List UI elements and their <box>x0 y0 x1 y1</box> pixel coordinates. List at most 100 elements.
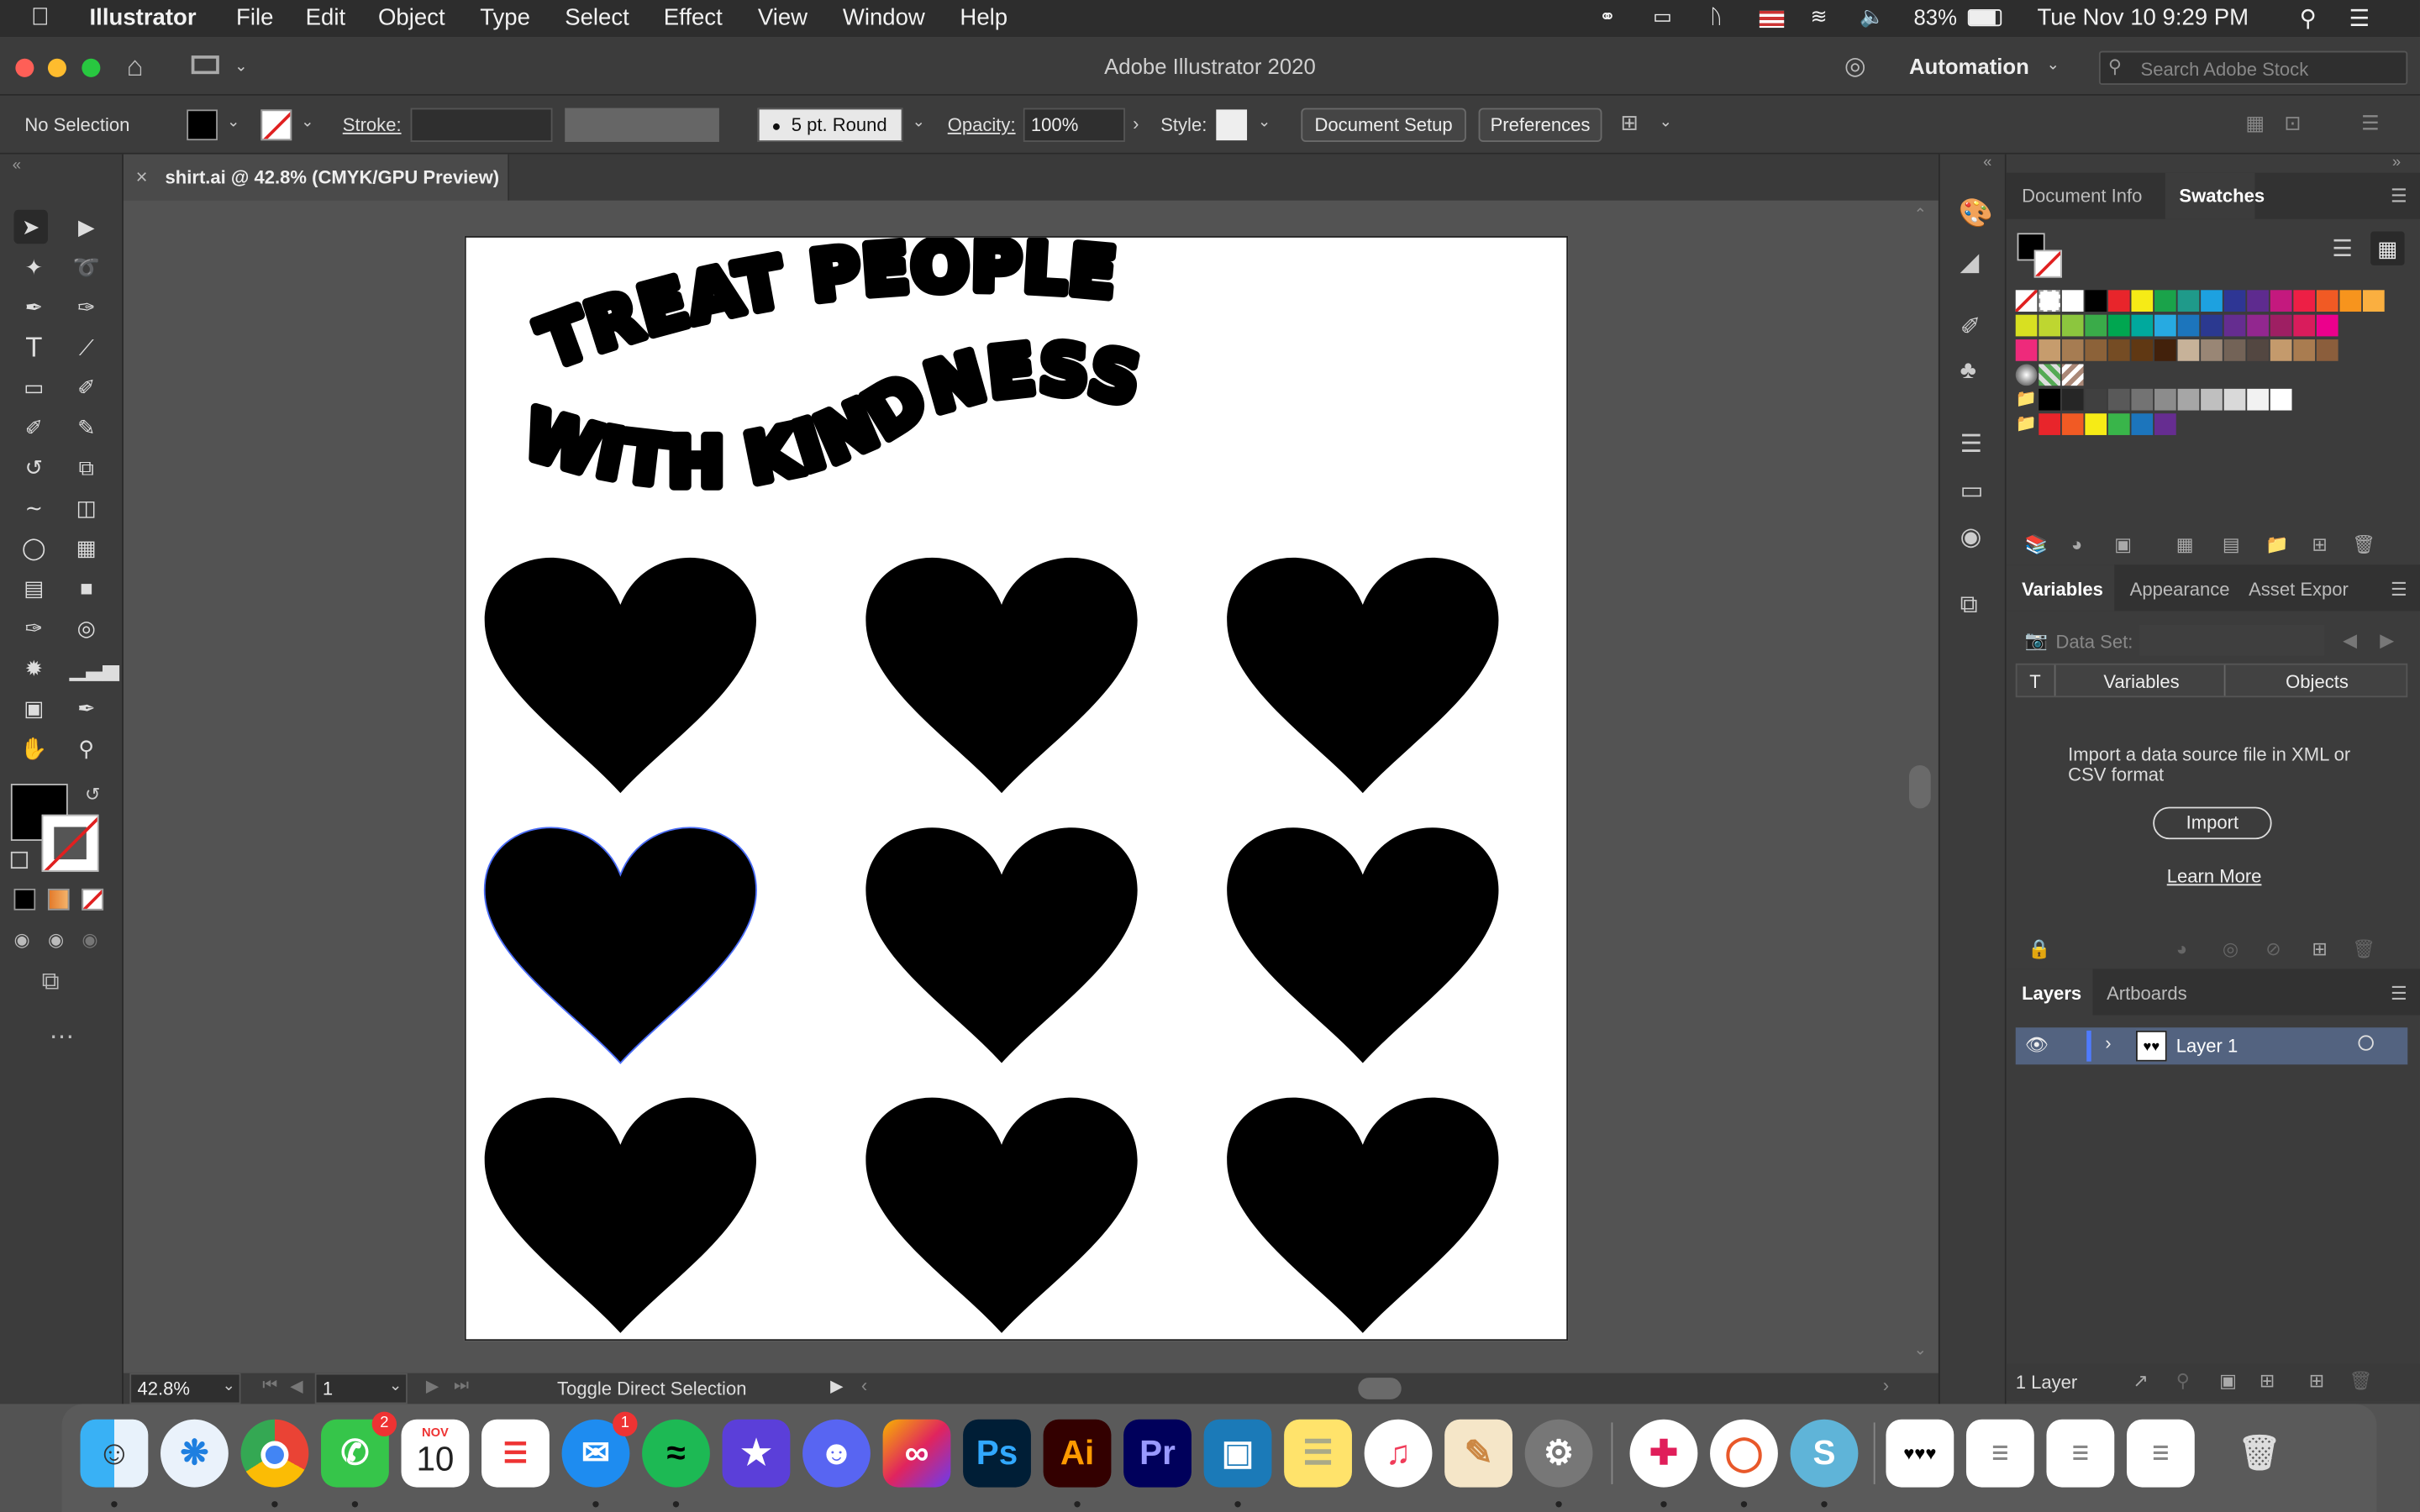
imovie-icon[interactable]: ★ <box>722 1419 791 1488</box>
expand-icon[interactable]: » <box>2392 155 2401 171</box>
collapse-icon[interactable]: « <box>13 157 21 174</box>
tab-variables[interactable]: Variables <box>2022 579 2103 601</box>
menu-view[interactable]: View <box>758 5 808 31</box>
collect-for-export-icon[interactable]: ↗ <box>2133 1370 2148 1392</box>
downloads-stack-icon[interactable]: ☰ <box>2126 1419 2195 1488</box>
gradient-tool-icon[interactable]: ■ <box>70 571 103 605</box>
draw-behind-icon[interactable]: ◉ <box>48 929 64 951</box>
tab-artboards[interactable]: Artboards <box>2107 983 2187 1005</box>
draw-normal-icon[interactable]: ◉ <box>14 929 30 951</box>
capture-dataset-icon[interactable]: 📷 <box>2025 629 2048 651</box>
align-icon[interactable]: ▦ <box>2245 111 2265 135</box>
color-swatch[interactable] <box>2247 339 2269 361</box>
airplay-icon[interactable]: ▭ <box>1653 5 1672 29</box>
apple-icon[interactable]:  <box>31 5 50 33</box>
column-graph-icon[interactable]: ▁▃▅ <box>70 651 119 685</box>
new-sublayer-icon[interactable]: ⊞ <box>2260 1370 2275 1392</box>
chevron-down-icon[interactable]: ⌄ <box>1258 114 1270 131</box>
blend-tool-icon[interactable]: ◎ <box>70 611 103 644</box>
color-swatch[interactable] <box>2270 290 2292 312</box>
status-text[interactable]: Toggle Direct Selection <box>557 1378 746 1399</box>
artboard[interactable]: TREAT PEOPLE WITH KINDNESS <box>464 223 1569 1341</box>
symbol-sprayer-icon[interactable]: ✹ <box>17 651 50 685</box>
brushes-icon[interactable]: ✐ <box>1960 312 1981 343</box>
perspective-grid-icon[interactable]: ▦ <box>70 531 103 564</box>
new-variable-icon[interactable]: ⊞ <box>2312 938 2327 960</box>
new-folder-icon[interactable]: 📁 <box>2265 533 2288 555</box>
color-swatch[interactable] <box>2201 314 2223 337</box>
import-button[interactable]: Import <box>2153 806 2272 840</box>
col-variables[interactable]: Variables <box>2103 671 2179 693</box>
stroke-weight-field[interactable] <box>410 108 553 142</box>
color-swatch[interactable] <box>2061 314 2084 337</box>
new-swatch-icon[interactable]: ⊞ <box>2312 533 2327 555</box>
color-swatch[interactable] <box>2131 413 2154 435</box>
transparency-icon[interactable]: ◉ <box>1960 522 1982 553</box>
free-transform-icon[interactable]: ◫ <box>70 491 103 524</box>
vertical-scrollbar-thumb[interactable] <box>1908 765 1931 809</box>
type-tool-icon[interactable]: T <box>17 330 50 364</box>
color-swatch[interactable] <box>2293 290 2316 312</box>
creative-cloud-icon[interactable]: ∞ <box>882 1419 951 1488</box>
wifi-icon[interactable]: ≋ <box>1810 5 1827 29</box>
scroll-down-icon[interactable]: ⌄ <box>1914 1342 1927 1359</box>
gradient-mode-icon[interactable] <box>47 888 70 911</box>
illustrator-icon[interactable]: Ai <box>1043 1419 1112 1488</box>
flag-icon[interactable] <box>1759 10 1785 29</box>
stroke-label[interactable]: Stroke: <box>343 114 402 136</box>
color-swatch[interactable] <box>2223 290 2246 312</box>
panel-menu-icon[interactable]: ☰ <box>2391 579 2407 601</box>
shape-builder-icon[interactable]: ◯ <box>17 531 50 564</box>
previous-dataset-icon[interactable]: ◀ <box>2343 629 2357 651</box>
heart-shape[interactable] <box>483 827 757 1064</box>
music-icon[interactable]: ♫ <box>1364 1419 1433 1488</box>
menu-type[interactable]: Type <box>480 5 530 31</box>
swatch-folder-icon[interactable]: 📁 <box>2016 389 2038 411</box>
variable-width-profile[interactable] <box>565 108 719 142</box>
chevron-down-icon[interactable]: ⌄ <box>389 1378 402 1394</box>
new-layer-icon[interactable]: ⊞ <box>2309 1370 2324 1392</box>
silhouette-icon[interactable]: S <box>1790 1419 1859 1488</box>
messages-icon[interactable]: ✉ 1 <box>561 1411 638 1488</box>
menu-edit[interactable]: Edit <box>306 5 345 31</box>
color-swatch[interactable] <box>2293 314 2316 337</box>
color-swatch[interactable] <box>2131 388 2154 411</box>
layer-row[interactable]: 👁 › ♥♥ Layer 1 <box>2015 1027 2408 1065</box>
stroke-panel-icon[interactable]: ☰ <box>1960 429 1982 460</box>
calendar-icon[interactable]: NOV 10 <box>401 1419 470 1488</box>
premiere-icon[interactable]: Pr <box>1123 1419 1192 1488</box>
opacity-label[interactable]: Opacity: <box>948 114 1016 136</box>
scroll-up-icon[interactable]: ⌃ <box>1914 207 1927 223</box>
unbind-icon[interactable]: ⊘ <box>2265 938 2281 960</box>
heart-shape[interactable] <box>484 557 756 794</box>
bluetooth-icon[interactable]: ᚢ <box>1710 5 1722 29</box>
color-swatch[interactable] <box>2085 314 2107 337</box>
close-tab-icon[interactable]: × <box>136 165 148 189</box>
col-objects[interactable]: Objects <box>2286 671 2349 693</box>
eraser-icon[interactable]: ✎ <box>70 411 103 444</box>
tab-asset-export[interactable]: Asset Expor <box>2249 579 2349 601</box>
color-swatch[interactable] <box>2061 290 2084 312</box>
layer-name[interactable]: Layer 1 <box>2176 1035 2238 1057</box>
pages-icon[interactable]: ✎ <box>1444 1419 1512 1488</box>
next-dataset-icon[interactable]: ▶ <box>2380 629 2394 651</box>
color-swatch[interactable] <box>2362 290 2385 312</box>
heart-shape[interactable] <box>865 557 1138 794</box>
recent-doc-icon[interactable]: ☰ <box>1965 1419 2034 1488</box>
none-mode-icon[interactable] <box>82 888 104 911</box>
swatch-stroke-indicator[interactable] <box>2033 249 2062 278</box>
spotlight-icon[interactable]: ⚲ <box>2300 5 2317 32</box>
chevron-down-icon[interactable]: ⌄ <box>227 114 239 131</box>
color-swatch[interactable] <box>2223 388 2246 411</box>
panel-menu-icon[interactable]: ☰ <box>2391 983 2407 1005</box>
delete-icon[interactable]: 🗑 <box>2352 938 2375 960</box>
paintbrush-icon[interactable]: ✐ <box>70 370 103 404</box>
color-swatch[interactable] <box>2131 339 2154 361</box>
locate-object-icon[interactable]: ⚲ <box>2176 1370 2190 1392</box>
delete-icon[interactable]: 🗑 <box>2352 533 2375 555</box>
swatch-registration[interactable] <box>2039 290 2060 312</box>
app-menu[interactable]: Illustrator <box>90 5 197 31</box>
rotate-tool-icon[interactable]: ↺ <box>17 450 50 484</box>
swatch-none[interactable] <box>2015 290 2038 312</box>
gradient-panel-icon[interactable]: ▭ <box>1960 475 1984 507</box>
